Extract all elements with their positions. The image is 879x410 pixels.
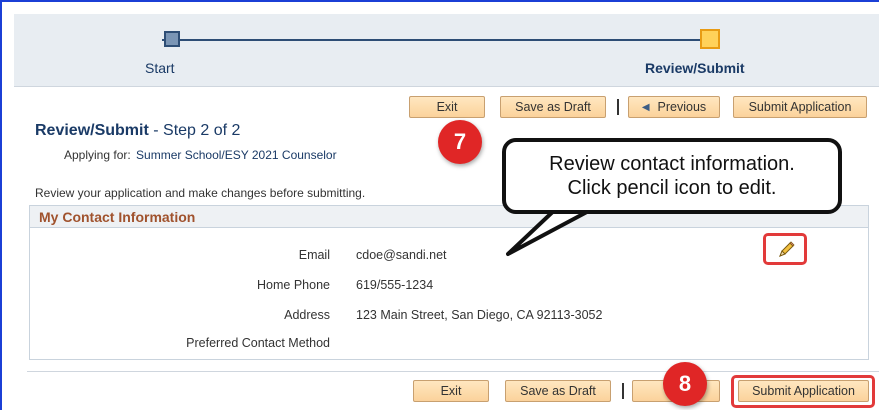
exit-button-bottom[interactable]: Exit <box>413 380 489 402</box>
submit-button-bottom[interactable]: Submit Application <box>738 380 869 402</box>
callout-line-2: Click pencil icon to edit. <box>567 177 777 199</box>
toolbar-separator-bottom <box>622 383 624 399</box>
save-draft-button-bottom[interactable]: Save as Draft <box>505 380 611 402</box>
callout-bubble: Review contact information. Click pencil… <box>502 138 842 214</box>
callout-badge-7: 7 <box>438 120 482 164</box>
bottom-divider <box>27 371 879 372</box>
callout-badge-8: 8 <box>663 362 707 406</box>
callout-line-1: Review contact information. <box>549 153 795 175</box>
